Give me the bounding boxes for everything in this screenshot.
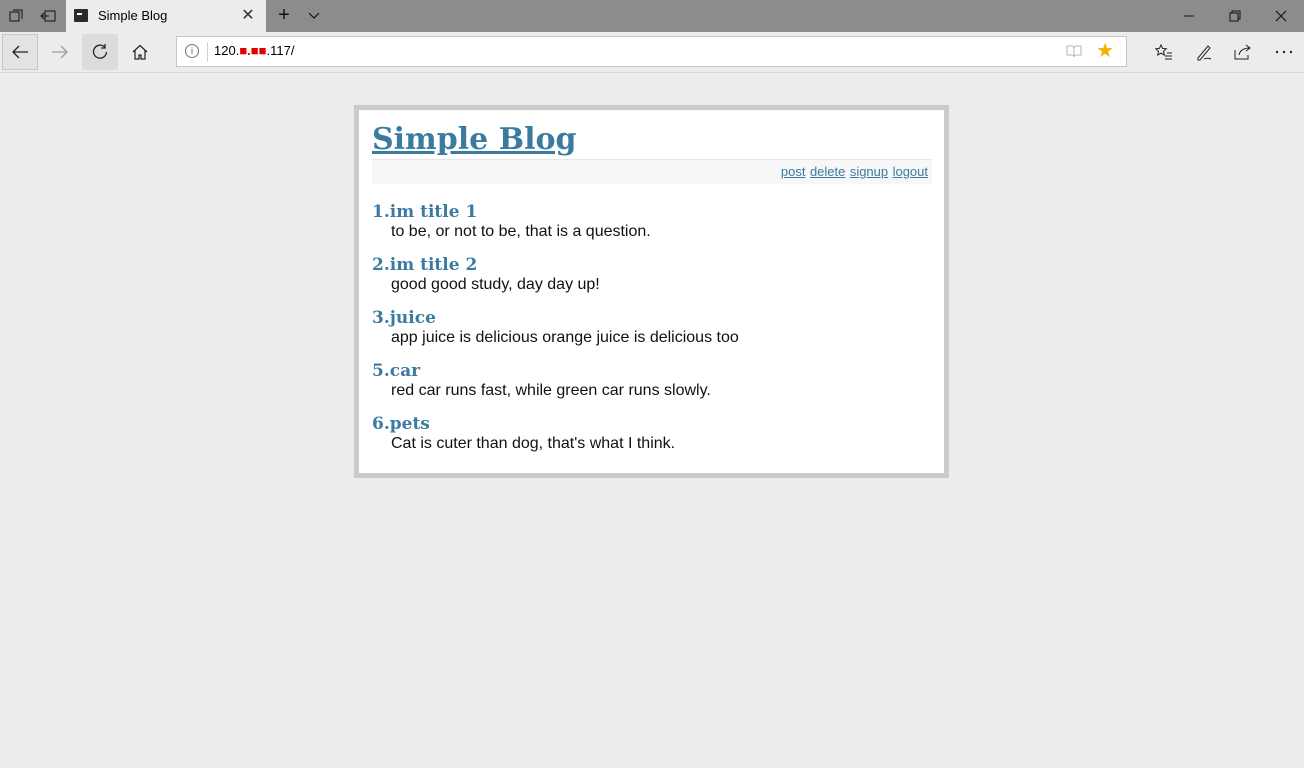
post-item: 6.pets Cat is cuter than dog, that's wha… [372,414,675,454]
minimize-icon[interactable] [1166,0,1212,32]
home-icon [132,44,148,60]
browser-toolbar: i 120.■.■■.117/ ★ [0,32,1304,73]
signup-link[interactable]: signup [850,164,888,179]
post-body: app juice is delicious orange juice is d… [391,329,739,346]
restore-icon[interactable] [1212,0,1258,32]
add-notes-pen-icon[interactable] [1186,34,1222,70]
home-button[interactable] [122,34,158,70]
post-body: red car runs fast, while green car runs … [391,382,711,399]
forward-arrow-icon [52,45,68,59]
post-body: Cat is cuter than dog, that's what I thi… [391,435,676,452]
tab-sets-icon[interactable] [0,0,32,32]
address-bar[interactable]: i 120.■.■■.117/ ★ [176,36,1127,67]
close-window-icon[interactable] [1258,0,1304,32]
post-title: 6.pets [372,414,430,434]
address-separator [207,42,208,62]
post-body: good good study, day day up! [391,276,600,293]
post-link[interactable]: post [781,164,806,179]
post-item: 3.juice app juice is delicious orange ju… [372,308,739,348]
site-info-icon[interactable]: i [185,44,199,58]
close-tab-icon[interactable]: ✕ [238,6,258,26]
post-title: 5.car [372,361,421,381]
blog-title-link[interactable]: Simple Blog [372,122,576,157]
terminal-favicon-icon [74,9,88,22]
forward-button[interactable] [42,34,78,70]
more-options-icon[interactable] [1266,34,1302,70]
logout-link[interactable]: logout [893,164,928,179]
post-item: 2.im title 2 good good study, day day up… [372,255,600,295]
blog-menu-bar: post delete signup logout [372,160,932,184]
post-item: 5.car red car runs fast, while green car… [372,361,711,401]
address-url[interactable]: 120.■.■■.117/ [214,43,294,58]
delete-link[interactable]: delete [810,164,845,179]
new-tab-icon[interactable]: + [272,4,296,28]
tab-title: Simple Blog [98,8,168,23]
post-title: 2.im title 2 [372,255,478,275]
refresh-button[interactable] [82,34,118,70]
post-item: 1.im title 1 to be, or not to be, that i… [372,202,651,242]
tab-simple-blog[interactable]: Simple Blog ✕ [66,0,266,32]
post-title: 3.juice [372,308,436,328]
favorite-star-icon[interactable]: ★ [1096,41,1114,61]
post-title: 1.im title 1 [372,202,478,222]
back-button[interactable] [2,34,38,70]
post-body: to be, or not to be, that is a question. [391,223,651,240]
url-prefix: 120. [214,43,240,58]
reading-view-icon[interactable] [1066,44,1082,63]
refresh-icon [92,44,108,59]
title-bar: Simple Blog ✕ + [0,0,1304,32]
blog-container: Simple Blog post delete signup logout 1.… [354,105,949,478]
back-arrow-icon [12,45,28,59]
tab-preview-chevron-icon[interactable] [304,5,324,27]
share-icon[interactable] [1225,34,1261,70]
favorites-hub-icon[interactable] [1146,34,1182,70]
url-redacted: ■.■■ [239,43,267,58]
url-suffix: .117/ [266,43,295,58]
set-aside-tabs-icon[interactable] [32,0,64,32]
